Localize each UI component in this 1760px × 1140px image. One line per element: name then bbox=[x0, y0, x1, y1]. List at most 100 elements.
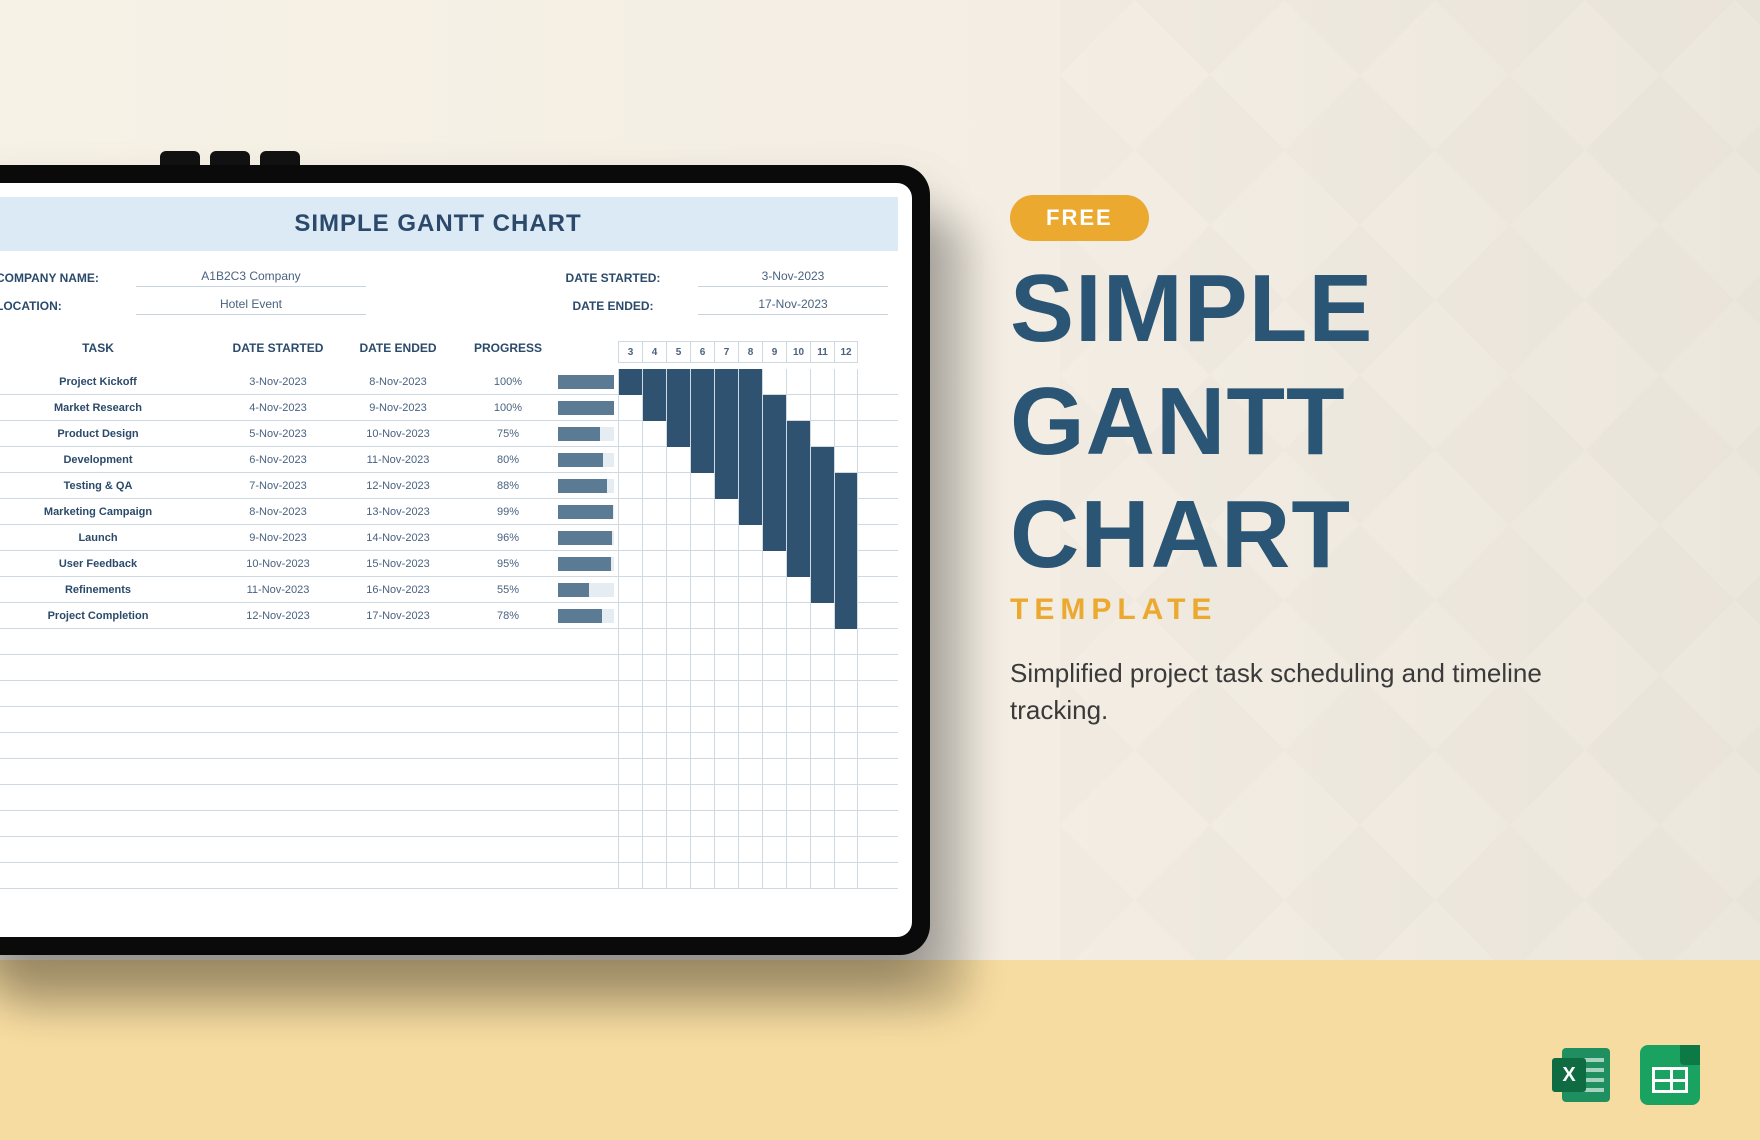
task-end: 10-Nov-2023 bbox=[338, 428, 458, 440]
gantt-cells bbox=[618, 473, 898, 499]
spreadsheet: SIMPLE GANTT CHART COMPANY NAME: A1B2C3 … bbox=[0, 183, 912, 937]
task-progress: 78% bbox=[458, 610, 558, 622]
task-end: 12-Nov-2023 bbox=[338, 480, 458, 492]
empty-row bbox=[0, 707, 898, 733]
empty-row bbox=[0, 811, 898, 837]
empty-row bbox=[0, 733, 898, 759]
day-header: 10 bbox=[786, 341, 810, 363]
title-line-3: CHART bbox=[1010, 489, 1670, 580]
task-name: Refinements bbox=[0, 584, 218, 596]
task-progress: 88% bbox=[458, 480, 558, 492]
task-name: Testing & QA bbox=[0, 480, 218, 492]
task-name: Development bbox=[0, 454, 218, 466]
task-start: 10-Nov-2023 bbox=[218, 558, 338, 570]
meta-grid: COMPANY NAME: A1B2C3 Company DATE STARTE… bbox=[0, 251, 898, 325]
task-start: 12-Nov-2023 bbox=[218, 610, 338, 622]
promo-panel: FREE SIMPLE GANTT CHART TEMPLATE Simplif… bbox=[1010, 195, 1670, 730]
header-start: DATE STARTED bbox=[218, 341, 338, 363]
table-row: Refinements11-Nov-202316-Nov-202355% bbox=[0, 577, 898, 603]
format-icons: X bbox=[1552, 1044, 1700, 1106]
sheet-title: SIMPLE GANTT CHART bbox=[0, 197, 898, 251]
task-start: 11-Nov-2023 bbox=[218, 584, 338, 596]
gantt-cells bbox=[618, 499, 898, 525]
google-sheets-icon bbox=[1640, 1045, 1700, 1105]
table-row: Marketing Campaign8-Nov-202313-Nov-20239… bbox=[0, 499, 898, 525]
label-location: LOCATION: bbox=[0, 299, 136, 313]
table-row: Project Completion12-Nov-202317-Nov-2023… bbox=[0, 603, 898, 629]
empty-row bbox=[0, 655, 898, 681]
task-name: Project Completion bbox=[0, 610, 218, 622]
progress-bar bbox=[558, 557, 614, 571]
task-progress: 100% bbox=[458, 376, 558, 388]
day-header: 4 bbox=[642, 341, 666, 363]
tablet-button bbox=[260, 151, 300, 165]
progress-bar bbox=[558, 375, 614, 389]
empty-row bbox=[0, 863, 898, 889]
task-progress: 95% bbox=[458, 558, 558, 570]
task-progress: 80% bbox=[458, 454, 558, 466]
task-end: 17-Nov-2023 bbox=[338, 610, 458, 622]
value-date-started: 3-Nov-2023 bbox=[698, 269, 888, 287]
table-row: User Feedback10-Nov-202315-Nov-202395% bbox=[0, 551, 898, 577]
empty-row bbox=[0, 759, 898, 785]
table-row: Testing & QA7-Nov-202312-Nov-202388% bbox=[0, 473, 898, 499]
empty-row bbox=[0, 837, 898, 863]
task-name: Marketing Campaign bbox=[0, 506, 218, 518]
task-end: 15-Nov-2023 bbox=[338, 558, 458, 570]
table-row: Development6-Nov-202311-Nov-202380% bbox=[0, 447, 898, 473]
task-end: 14-Nov-2023 bbox=[338, 532, 458, 544]
day-header: 8 bbox=[738, 341, 762, 363]
label-date-started: DATE STARTED: bbox=[528, 271, 698, 285]
task-start: 7-Nov-2023 bbox=[218, 480, 338, 492]
description: Simplified project task scheduling and t… bbox=[1010, 655, 1570, 730]
gantt-cells bbox=[618, 421, 898, 447]
task-name: Launch bbox=[0, 532, 218, 544]
free-badge: FREE bbox=[1010, 195, 1149, 241]
task-start: 3-Nov-2023 bbox=[218, 376, 338, 388]
task-end: 13-Nov-2023 bbox=[338, 506, 458, 518]
task-name: Market Research bbox=[0, 402, 218, 414]
task-end: 11-Nov-2023 bbox=[338, 454, 458, 466]
title-line-2: GANTT bbox=[1010, 376, 1670, 467]
task-progress: 100% bbox=[458, 402, 558, 414]
progress-bar bbox=[558, 401, 614, 415]
table-row: Launch9-Nov-202314-Nov-202396% bbox=[0, 525, 898, 551]
progress-bar bbox=[558, 583, 614, 597]
day-header: 6 bbox=[690, 341, 714, 363]
background-bottom bbox=[0, 960, 1760, 1140]
task-progress: 96% bbox=[458, 532, 558, 544]
gantt-cells bbox=[618, 603, 898, 629]
progress-bar bbox=[558, 505, 614, 519]
gantt-rows: Project Kickoff3-Nov-20238-Nov-2023100%M… bbox=[0, 369, 898, 629]
task-start: 9-Nov-2023 bbox=[218, 532, 338, 544]
gantt-cells bbox=[618, 525, 898, 551]
label-company: COMPANY NAME: bbox=[0, 271, 136, 285]
day-header: 7 bbox=[714, 341, 738, 363]
gantt-cells bbox=[618, 447, 898, 473]
value-date-ended: 17-Nov-2023 bbox=[698, 297, 888, 315]
value-company: A1B2C3 Company bbox=[136, 269, 366, 287]
progress-bar bbox=[558, 531, 614, 545]
task-start: 8-Nov-2023 bbox=[218, 506, 338, 518]
task-end: 16-Nov-2023 bbox=[338, 584, 458, 596]
task-progress: 55% bbox=[458, 584, 558, 596]
task-end: 8-Nov-2023 bbox=[338, 376, 458, 388]
excel-icon: X bbox=[1552, 1044, 1614, 1106]
header-task: TASK bbox=[0, 341, 218, 363]
task-name: Project Kickoff bbox=[0, 376, 218, 388]
gantt-cells bbox=[618, 577, 898, 603]
day-header: 3 bbox=[618, 341, 642, 363]
day-header: 5 bbox=[666, 341, 690, 363]
gantt-day-headers: 3456789101112 bbox=[618, 341, 888, 363]
gantt-cells bbox=[618, 369, 898, 395]
value-location: Hotel Event bbox=[136, 297, 366, 315]
header-end: DATE ENDED bbox=[338, 341, 458, 363]
empty-row bbox=[0, 629, 898, 655]
task-start: 5-Nov-2023 bbox=[218, 428, 338, 440]
progress-bar bbox=[558, 479, 614, 493]
empty-rows bbox=[0, 629, 898, 889]
task-end: 9-Nov-2023 bbox=[338, 402, 458, 414]
label-date-ended: DATE ENDED: bbox=[528, 299, 698, 313]
task-name: Product Design bbox=[0, 428, 218, 440]
tablet-frame: SIMPLE GANTT CHART COMPANY NAME: A1B2C3 … bbox=[0, 165, 930, 955]
